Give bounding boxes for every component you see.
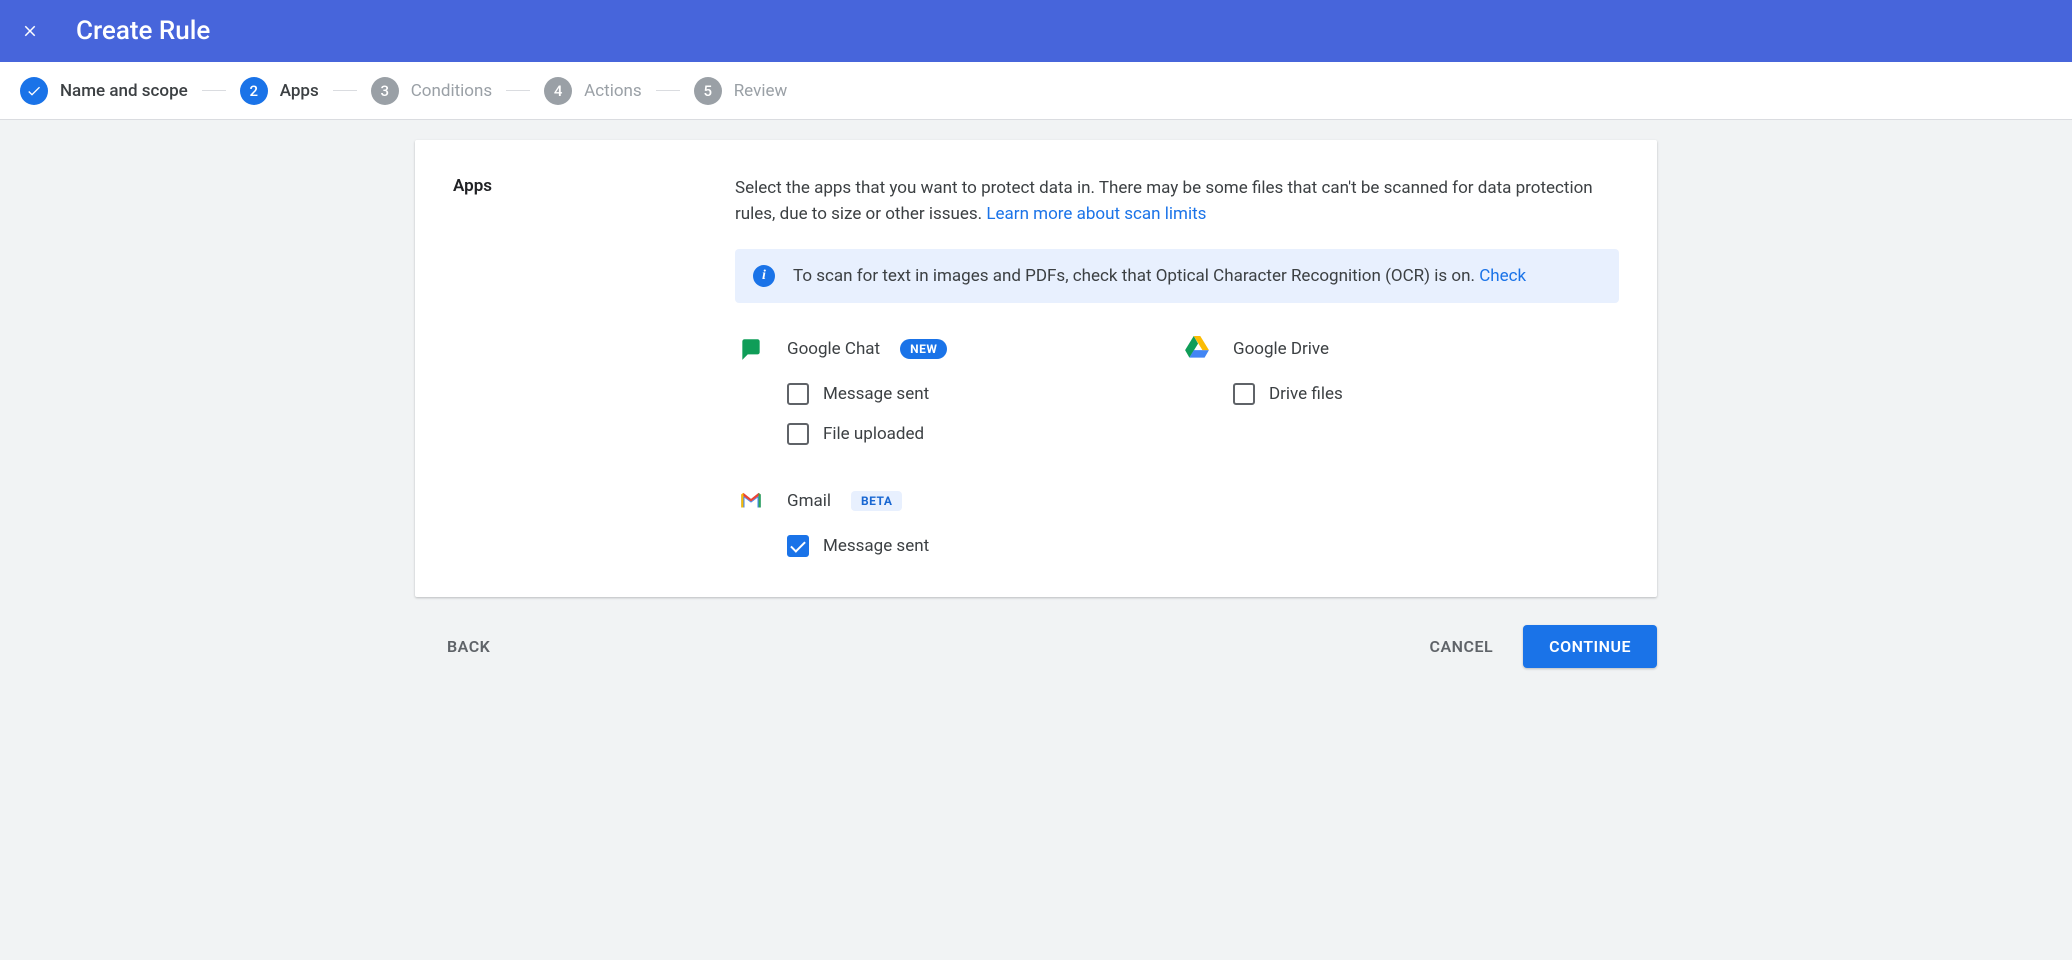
step-number-icon: 4 [544, 77, 572, 105]
info-text: To scan for text in images and PDFs, che… [793, 266, 1526, 286]
step-number-icon: 2 [240, 77, 268, 105]
cancel-button[interactable]: CANCEL [1424, 629, 1500, 664]
checkbox-label: Drive files [1269, 384, 1343, 404]
learn-more-link[interactable]: Learn more about scan limits [986, 204, 1206, 224]
app-google-chat: Google Chat NEW Message sent File upload… [735, 333, 1173, 445]
step-label: Actions [584, 81, 642, 101]
app-header: Gmail BETA [735, 485, 1173, 517]
new-badge: NEW [900, 339, 947, 359]
step-separator [656, 90, 680, 91]
gmail-icon [735, 485, 767, 517]
checkbox-gmail-message-sent[interactable]: Message sent [787, 535, 1173, 557]
app-header: Google Chat NEW [735, 333, 1173, 365]
app-name: Google Chat [787, 339, 880, 359]
checkbox-label: File uploaded [823, 424, 924, 444]
step-number-icon: 3 [371, 77, 399, 105]
checkbox-icon [787, 423, 809, 445]
section-description: Select the apps that you want to protect… [735, 176, 1619, 227]
card-right-column: Select the apps that you want to protect… [735, 176, 1619, 557]
app-google-drive: Google Drive Drive files [1181, 333, 1619, 445]
app-options: Message sent [735, 535, 1173, 557]
close-button[interactable] [12, 13, 48, 49]
step-label: Conditions [411, 81, 492, 101]
checkbox-icon [1233, 383, 1255, 405]
stepper: Name and scope 2 Apps 3 Conditions 4 Act… [0, 62, 2072, 120]
apps-card: Apps Select the apps that you want to pr… [415, 140, 1657, 597]
close-icon [21, 22, 39, 40]
beta-badge: BETA [851, 491, 902, 511]
google-chat-icon [735, 333, 767, 365]
checkbox-chat-message-sent[interactable]: Message sent [787, 383, 1173, 405]
info-text-content: To scan for text in images and PDFs, che… [793, 266, 1479, 286]
app-name: Gmail [787, 491, 831, 511]
info-icon: i [753, 265, 775, 287]
continue-button[interactable]: CONTINUE [1523, 625, 1657, 668]
step-apps[interactable]: 2 Apps [240, 77, 319, 105]
google-drive-icon [1181, 333, 1213, 365]
step-check-icon [20, 77, 48, 105]
checkbox-chat-file-uploaded[interactable]: File uploaded [787, 423, 1173, 445]
page-title: Create Rule [76, 16, 210, 46]
app-gmail: Gmail BETA Message sent [735, 485, 1173, 557]
app-name: Google Drive [1233, 339, 1329, 359]
step-label: Review [734, 81, 788, 101]
step-name-and-scope[interactable]: Name and scope [20, 77, 188, 105]
checkbox-icon [787, 535, 809, 557]
card-left-column: Apps [453, 176, 735, 557]
step-label: Apps [280, 81, 319, 101]
back-button[interactable]: BACK [415, 629, 496, 664]
checkbox-label: Message sent [823, 536, 929, 556]
section-title: Apps [453, 176, 735, 196]
checkbox-label: Message sent [823, 384, 929, 404]
checkbox-icon [787, 383, 809, 405]
app-options: Message sent File uploaded [735, 383, 1173, 445]
step-number-icon: 5 [694, 77, 722, 105]
step-separator [506, 90, 530, 91]
checkbox-drive-files[interactable]: Drive files [1233, 383, 1619, 405]
step-actions[interactable]: 4 Actions [544, 77, 642, 105]
ocr-info-banner: i To scan for text in images and PDFs, c… [735, 249, 1619, 303]
app-header: Google Drive [1181, 333, 1619, 365]
step-review[interactable]: 5 Review [694, 77, 788, 105]
dialog-footer: BACK CANCEL CONTINUE [415, 625, 1657, 688]
apps-grid: Google Chat NEW Message sent File upload… [735, 333, 1619, 557]
dialog-header: Create Rule [0, 0, 2072, 62]
ocr-check-link[interactable]: Check [1479, 266, 1526, 286]
app-options: Drive files [1181, 383, 1619, 405]
step-separator [202, 90, 226, 91]
step-label: Name and scope [60, 81, 188, 101]
step-separator [333, 90, 357, 91]
step-conditions[interactable]: 3 Conditions [371, 77, 492, 105]
